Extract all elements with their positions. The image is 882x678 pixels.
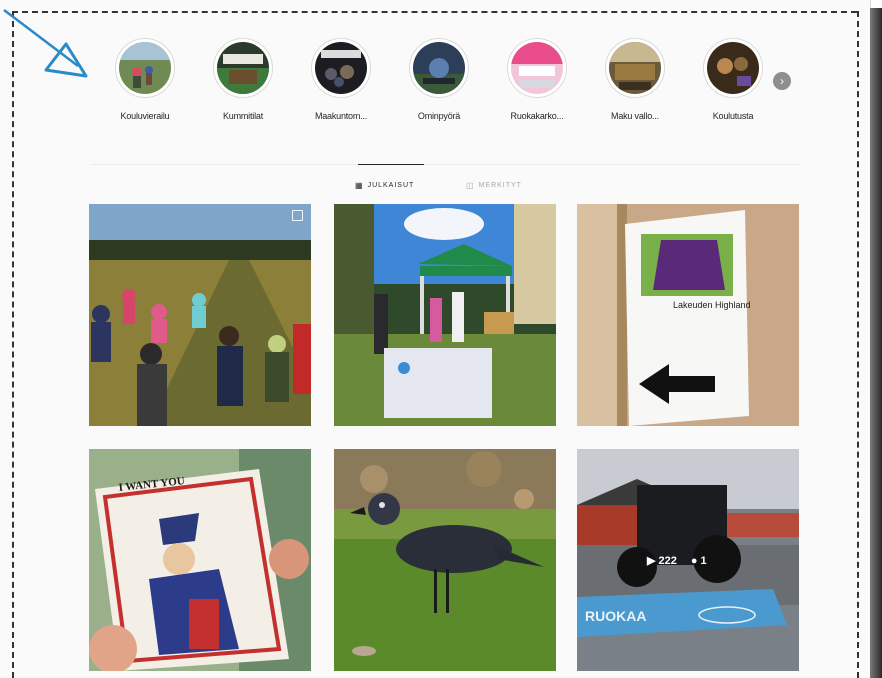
post-stats-overlay: ▶ 222 ● 1 (647, 554, 707, 568)
highlight-item[interactable]: Ruokakarko... (497, 38, 577, 121)
post-image (334, 449, 556, 671)
highlight-thumbnail (609, 42, 661, 94)
comments-count: 1 (700, 554, 707, 567)
post-thumbnail[interactable]: RUOKAA ▶ 222 ● 1 (577, 449, 799, 671)
post-thumbnail[interactable]: Lakeuden Highland (577, 204, 799, 426)
highlight-ring (703, 38, 763, 98)
post-thumbnail[interactable] (89, 204, 311, 426)
highlight-ring (409, 38, 469, 98)
dashed-border-top (12, 11, 857, 13)
post-image (89, 204, 311, 426)
post-thumbnail[interactable] (334, 204, 556, 426)
highlight-item[interactable]: Ominpyörä (399, 38, 479, 121)
highlight-thumbnail (413, 42, 465, 94)
highlight-label: Koulutusta (712, 111, 754, 121)
next-highlights-button[interactable]: › (773, 72, 791, 90)
video-views: ▶ 222 (647, 554, 677, 568)
active-tab-indicator (358, 164, 424, 165)
highlight-thumbnail (511, 42, 563, 94)
post-grid: Lakeuden Highland I WANT YOU RUOKAA ▶ 22… (89, 204, 801, 674)
pointer-arrow-icon (3, 9, 88, 78)
tab-tagged-label: MERKITYT (478, 182, 522, 189)
highlight-thumbnail (315, 42, 367, 94)
highlight-item[interactable]: Koulutusta (693, 38, 773, 121)
chevron-right-icon: › (780, 74, 784, 88)
tab-tagged[interactable]: ◫ MERKITYT (466, 181, 522, 190)
highlight-item[interactable]: Kouluvierailu (105, 38, 185, 121)
highlight-thumbnail (217, 42, 269, 94)
post-image: I WANT YOU (89, 449, 311, 671)
dashed-border-right (857, 11, 859, 678)
highlight-label: Kouluvierailu (120, 111, 170, 121)
highlight-ring (115, 38, 175, 98)
highlight-label: Maku vallo... (611, 111, 659, 121)
story-highlights: Kouluvierailu Kummitilat Maakuntom... Om… (105, 38, 805, 128)
comment-icon: ● (690, 554, 698, 567)
tag-icon: ◫ (466, 181, 475, 190)
banner-text: RUOKAA (585, 608, 646, 624)
highlight-item[interactable]: Kummitilat (203, 38, 283, 121)
dashed-border-left (12, 11, 14, 678)
tab-posts[interactable]: ▦ JULKAISUT (355, 181, 414, 190)
highlight-thumbnail (707, 42, 759, 94)
play-icon: ▶ (647, 555, 656, 567)
post-thumbnail[interactable] (334, 449, 556, 671)
highlight-ring (507, 38, 567, 98)
tabs-divider (90, 164, 800, 165)
highlight-ring (605, 38, 665, 98)
comment-stat: ● 1 (691, 555, 707, 567)
post-image: Lakeuden Highland (577, 204, 799, 426)
tab-posts-label: JULKAISUT (367, 182, 415, 189)
page-shadow (870, 8, 882, 678)
highlight-item[interactable]: Maakuntom... (301, 38, 381, 121)
highlight-ring (213, 38, 273, 98)
highlight-ring (311, 38, 371, 98)
grid-icon: ▦ (355, 181, 364, 190)
post-image (334, 204, 556, 426)
highlight-item[interactable]: Maku vallo... (595, 38, 675, 121)
highlight-thumbnail (119, 42, 171, 94)
highlight-label: Ominpyörä (417, 111, 461, 121)
highlight-label: Ruokakarko... (510, 111, 564, 121)
highlight-label: Kummitilat (222, 111, 263, 121)
highlight-label: Maakuntom... (314, 111, 368, 121)
post-thumbnail[interactable]: I WANT YOU (89, 449, 311, 671)
carousel-icon (292, 210, 303, 221)
views-count: 222 (658, 554, 677, 567)
sign-text: Lakeuden Highland (673, 300, 751, 310)
